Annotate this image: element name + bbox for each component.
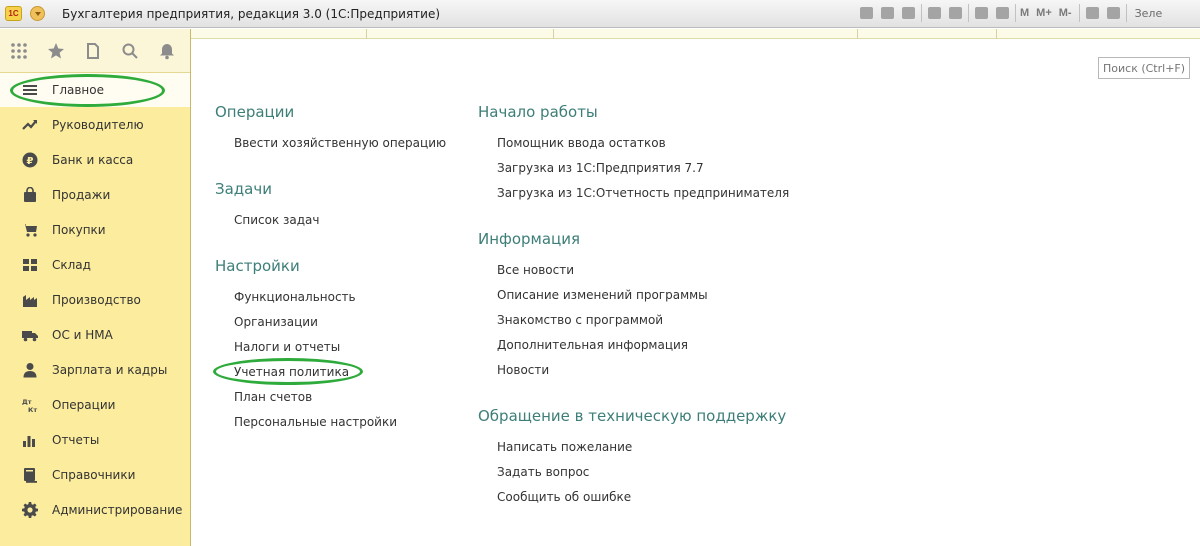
sidebar-item-label: ОС и НМА: [52, 328, 113, 342]
toolbar-icons: M M+ M- Зеле: [858, 4, 1162, 22]
print-icon[interactable]: [879, 4, 896, 22]
sidebar-toolbar: [0, 29, 190, 73]
ruble-icon: ₽: [22, 152, 38, 168]
sidebar-item-salary[interactable]: Зарплата и кадры: [0, 353, 190, 387]
sidebar-item-label: Руководителю: [52, 118, 144, 132]
calendar-icon[interactable]: [994, 4, 1011, 22]
sidebar-item-fixed-assets[interactable]: ОС и НМА: [0, 318, 190, 352]
link-report-error[interactable]: Сообщить об ошибке: [497, 490, 631, 504]
sidebar-item-label: Производство: [52, 293, 141, 307]
star-icon[interactable]: [37, 29, 74, 73]
main-menu-dropdown-icon[interactable]: [30, 6, 45, 21]
menu-icon: [22, 82, 38, 98]
history-icon[interactable]: [74, 29, 111, 73]
link-enter-operation[interactable]: Ввести хозяйственную операцию: [234, 136, 446, 150]
save-icon[interactable]: [858, 4, 875, 22]
section-title-operations: Операции: [215, 103, 295, 121]
link-task-list[interactable]: Список задач: [234, 213, 320, 227]
link-ask-question[interactable]: Задать вопрос: [497, 465, 589, 479]
sidebar-item-label: Склад: [52, 258, 91, 272]
sidebar-item-warehouse[interactable]: Склад: [0, 248, 190, 282]
app-logo-icon: 1С: [5, 6, 22, 21]
search-input[interactable]: [1098, 57, 1190, 79]
section-title-settings: Настройки: [215, 257, 300, 275]
bar-chart-icon: [22, 432, 38, 448]
link-functionality[interactable]: Функциональность: [234, 290, 356, 304]
sidebar-item-label: Банк и касса: [52, 153, 134, 167]
search-icon[interactable]: [111, 29, 148, 73]
warehouse-icon: [22, 257, 38, 273]
sidebar-item-reports[interactable]: Отчеты: [0, 423, 190, 457]
dt-kt-icon: Дт Кт: [22, 397, 38, 413]
sidebar-item-manager[interactable]: Руководителю: [0, 108, 190, 142]
tab-strip: [190, 29, 1200, 39]
section-title-information: Информация: [478, 230, 581, 248]
svg-text:Кт: Кт: [28, 406, 37, 413]
sidebar-item-production[interactable]: Производство: [0, 283, 190, 317]
sidebar-item-label: Администрирование: [52, 503, 183, 517]
gear-icon: [22, 502, 38, 518]
sections-panel: Главное Руководителю ₽ Банк и касса Прод…: [0, 29, 191, 546]
sidebar-item-label: Покупки: [52, 223, 106, 237]
trend-icon: [22, 117, 38, 133]
sidebar-item-references[interactable]: Справочники: [0, 458, 190, 492]
cart-icon: [22, 222, 38, 238]
section-title-tasks: Задачи: [215, 180, 272, 198]
link-accounting-policy[interactable]: Учетная политика: [234, 365, 349, 379]
link-chart-of-accounts[interactable]: План счетов: [234, 390, 312, 404]
person-icon: [22, 362, 38, 378]
preview-icon[interactable]: [900, 4, 917, 22]
info-icon[interactable]: [1105, 4, 1122, 22]
memory-plus-button[interactable]: M+: [1036, 7, 1052, 19]
link-load-entrepreneur[interactable]: Загрузка из 1С:Отчетность предпринимател…: [497, 186, 789, 200]
sidebar-item-purchases[interactable]: Покупки: [0, 213, 190, 247]
calculator-icon[interactable]: [973, 4, 990, 22]
link-load-1c77[interactable]: Загрузка из 1С:Предприятия 7.7: [497, 161, 704, 175]
link-news[interactable]: Новости: [497, 363, 549, 377]
sidebar-item-sales[interactable]: Продажи: [0, 178, 190, 212]
truck-icon: [22, 327, 38, 343]
book-icon: [22, 467, 38, 483]
sidebar-item-label: Отчеты: [52, 433, 100, 447]
link-additional-info[interactable]: Дополнительная информация: [497, 338, 688, 352]
link-personal-settings[interactable]: Персональные настройки: [234, 415, 397, 429]
link-taxes-reports[interactable]: Налоги и отчеты: [234, 340, 340, 354]
section-title-support: Обращение в техническую поддержку: [478, 407, 787, 425]
main-content: Операции Ввести хозяйственную операцию З…: [191, 40, 1200, 546]
link-organizations[interactable]: Организации: [234, 315, 318, 329]
sidebar-item-label: Зарплата и кадры: [52, 363, 168, 377]
sidebar-item-label: Операции: [52, 398, 116, 412]
copy-icon[interactable]: [947, 4, 964, 22]
link-write-wish[interactable]: Написать пожелание: [497, 440, 632, 454]
sidebar-item-label: Продажи: [52, 188, 111, 202]
bell-icon[interactable]: [148, 29, 185, 73]
link-program-intro[interactable]: Знакомство с программой: [497, 313, 663, 327]
factory-icon: [22, 292, 38, 308]
window-title: Бухгалтерия предприятия, редакция 3.0 (1…: [62, 7, 441, 21]
sidebar-item-operations[interactable]: Дт Кт Операции: [0, 388, 190, 422]
svg-text:Дт: Дт: [22, 398, 32, 406]
apps-grid-icon[interactable]: [0, 29, 37, 73]
link-balance-wizard[interactable]: Помощник ввода остатков: [497, 136, 666, 150]
user-name[interactable]: Зеле: [1135, 7, 1163, 20]
section-title-getting-started: Начало работы: [478, 103, 598, 121]
sidebar-item-label: Справочники: [52, 468, 136, 482]
zoom-icon[interactable]: [1084, 4, 1101, 22]
sidebar-item-administration[interactable]: Администрирование: [0, 493, 190, 527]
title-bar: 1С Бухгалтерия предприятия, редакция 3.0…: [0, 0, 1200, 28]
link-all-news[interactable]: Все новости: [497, 263, 574, 277]
svg-text:₽: ₽: [27, 156, 34, 167]
bag-icon: [22, 187, 38, 203]
link-changes-description[interactable]: Описание изменений программы: [497, 288, 708, 302]
sidebar-item-bank[interactable]: ₽ Банк и касса: [0, 143, 190, 177]
sidebar-item-main[interactable]: Главное: [0, 73, 190, 107]
attach-icon[interactable]: [926, 4, 943, 22]
sidebar-item-label: Главное: [52, 83, 104, 97]
memory-minus-button[interactable]: M-: [1059, 7, 1072, 19]
memory-m-button[interactable]: M: [1020, 7, 1029, 19]
